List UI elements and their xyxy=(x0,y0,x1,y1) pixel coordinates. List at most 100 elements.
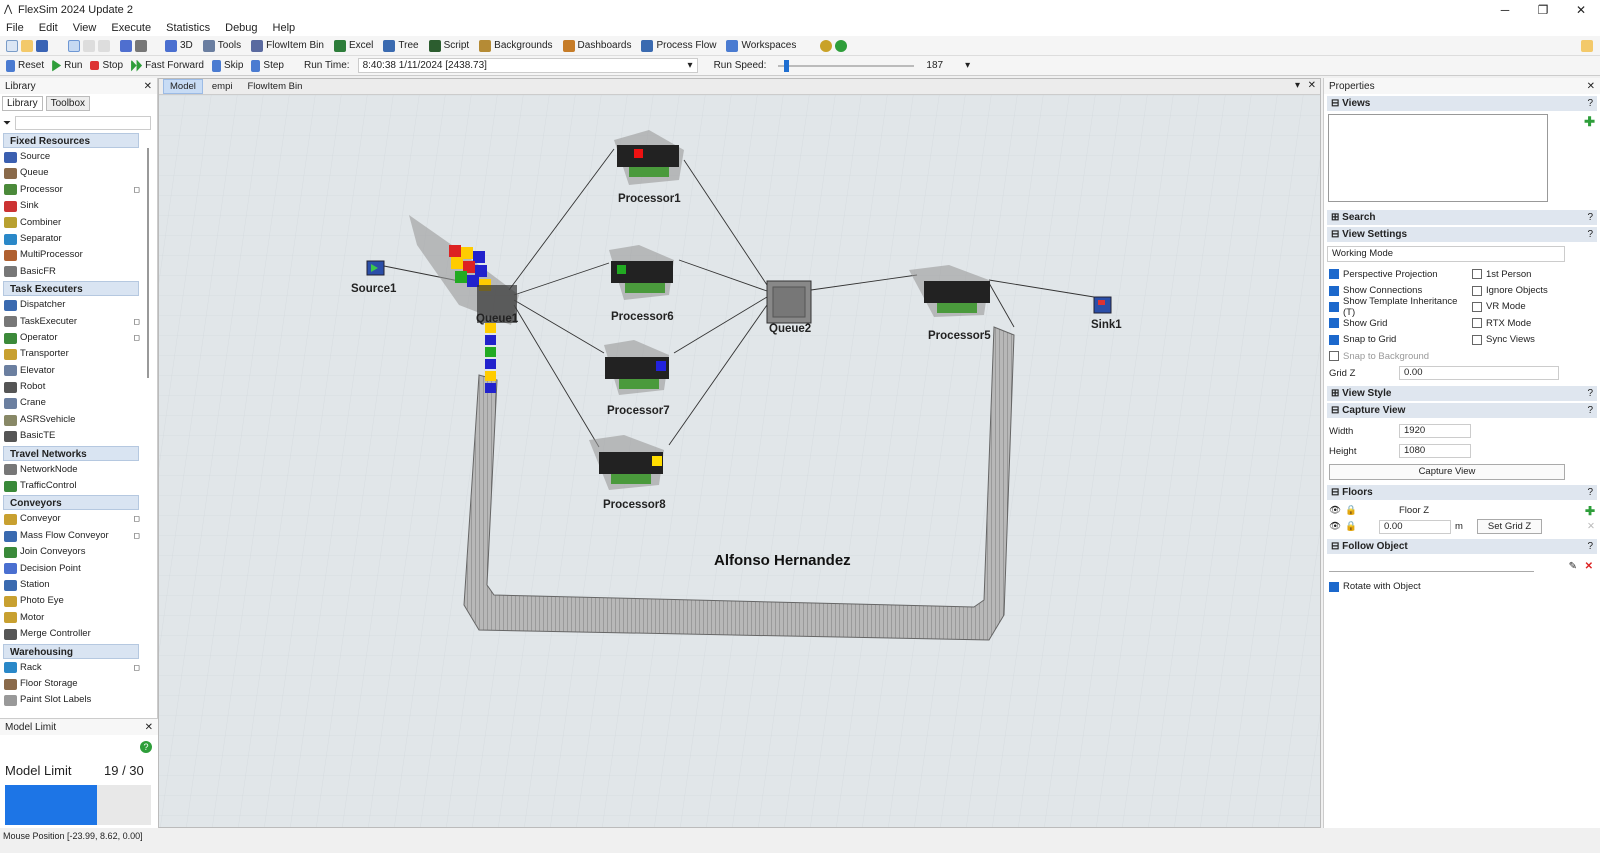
width-input[interactable]: 1920 xyxy=(1399,424,1471,439)
menu-edit[interactable]: Edit xyxy=(39,22,58,34)
checkbox-sync-views[interactable]: Sync Views xyxy=(1472,332,1548,348)
disconnect-mode-icon[interactable] xyxy=(98,39,110,52)
checkbox-ignore-objects[interactable]: Ignore Objects xyxy=(1472,282,1548,298)
library-item-multiprocessor[interactable]: MultiProcessor xyxy=(0,247,140,263)
checkbox-perspective-projection[interactable]: Perspective Projection xyxy=(1329,266,1472,282)
toolbar-tree-button[interactable]: Tree xyxy=(383,39,419,52)
library-category-conveyors[interactable]: Conveyors xyxy=(3,495,139,511)
set-grid-z-button[interactable]: Set Grid Z xyxy=(1476,519,1543,535)
checkbox-snap-to-grid[interactable]: Snap to Grid xyxy=(1329,332,1472,348)
run-button[interactable]: Run xyxy=(52,59,82,72)
open-folder-icon[interactable] xyxy=(21,39,33,52)
menu-help[interactable]: Help xyxy=(273,22,296,34)
view-dropdown-icon[interactable]: ▾ xyxy=(1295,80,1300,91)
library-item-operator[interactable]: Operator ◻ xyxy=(0,330,140,346)
library-item-elevator[interactable]: Elevator xyxy=(0,363,140,379)
expand-icon[interactable]: ◻ xyxy=(133,528,140,544)
tab-library[interactable]: Library xyxy=(2,96,43,111)
run-speed-thumb[interactable] xyxy=(783,59,789,72)
search-section-header[interactable]: ⊞ Search? xyxy=(1327,210,1597,225)
run-speed-slider[interactable] xyxy=(778,59,915,72)
checkbox-unchecked[interactable] xyxy=(1472,334,1482,345)
grid-z-input[interactable]: 0.00 xyxy=(1399,366,1559,381)
height-input[interactable]: 1080 xyxy=(1399,444,1471,459)
gear-icon[interactable] xyxy=(820,39,833,52)
library-category-warehousing[interactable]: Warehousing xyxy=(3,643,139,659)
eye-icon[interactable]: 👁 xyxy=(1329,521,1345,532)
follow-object-section-header[interactable]: ⊟ Follow Object? xyxy=(1327,539,1597,555)
view-tab-model[interactable]: Model xyxy=(163,79,203,94)
checkbox-unchecked[interactable] xyxy=(1472,269,1482,280)
toolbar-dashboards-button[interactable]: Dashboards xyxy=(562,39,631,52)
library-item-transporter[interactable]: Transporter xyxy=(0,346,140,362)
checkbox-checked[interactable] xyxy=(1329,581,1339,592)
checkbox-checked[interactable] xyxy=(1329,334,1339,345)
library-item-mass-flow-conveyor[interactable]: Mass Flow Conveyor ◻ xyxy=(0,528,140,544)
close-icon[interactable]: ✕ xyxy=(1587,81,1595,92)
library-item-source[interactable]: Source xyxy=(0,149,140,165)
library-item-merge-controller[interactable]: Merge Controller xyxy=(0,626,140,642)
view-tab-empi[interactable]: empi xyxy=(206,80,239,93)
expand-icon[interactable]: ◻ xyxy=(133,511,140,527)
checkbox-unchecked[interactable] xyxy=(1329,351,1339,362)
library-item-combiner[interactable]: Combiner xyxy=(0,215,140,231)
source1-object[interactable] xyxy=(366,260,385,276)
sink1-object[interactable] xyxy=(1093,296,1112,314)
library-category-fixed-resources[interactable]: Fixed Resources xyxy=(3,133,139,148)
library-scrollbar[interactable] xyxy=(147,148,149,378)
model-annotation-text[interactable]: Alfonso Hernandez xyxy=(714,552,851,569)
close-button[interactable]: ✕ xyxy=(1562,0,1600,20)
lock-icon[interactable]: 🔒 xyxy=(1345,521,1379,532)
delete-floor-icon[interactable]: ✕ xyxy=(1587,521,1595,532)
checkbox-checked[interactable] xyxy=(1329,269,1339,280)
library-item-floor-storage[interactable]: Floor Storage xyxy=(0,676,140,692)
checkbox-unchecked[interactable] xyxy=(1472,318,1482,329)
checkbox-checked[interactable] xyxy=(1329,285,1339,296)
follow-object-field[interactable] xyxy=(1329,560,1534,573)
library-item-rack[interactable]: Rack ◻ xyxy=(0,660,140,676)
menu-view[interactable]: View xyxy=(73,22,97,34)
camera-icon[interactable] xyxy=(135,39,147,52)
run-speed-dropdown[interactable]: ▾ xyxy=(965,60,970,71)
menu-statistics[interactable]: Statistics xyxy=(166,22,210,34)
expand-icon[interactable]: ◻ xyxy=(133,660,140,676)
library-item-decision-point[interactable]: Decision Point xyxy=(0,561,140,577)
library-item-join-conveyors[interactable]: Join Conveyors xyxy=(0,544,140,560)
views-section-header[interactable]: ⊟ Views? xyxy=(1327,96,1597,111)
library-item-separator[interactable]: Separator xyxy=(0,231,140,247)
toolbar-script-button[interactable]: Script xyxy=(428,39,469,52)
skip-button[interactable]: Skip xyxy=(211,59,243,72)
clear-icon[interactable]: ✕ xyxy=(1585,561,1593,572)
menu-execute[interactable]: Execute xyxy=(111,22,151,34)
select-mode-icon[interactable] xyxy=(68,39,80,52)
library-item-networknode[interactable]: NetworkNode xyxy=(0,462,140,478)
library-item-sink[interactable]: Sink xyxy=(0,198,140,214)
library-category-travel-networks[interactable]: Travel Networks xyxy=(3,445,139,461)
run-time-field[interactable]: 8:40:38 1/11/2024 [2438.73] xyxy=(357,58,698,73)
library-item-crane[interactable]: Crane xyxy=(0,395,140,411)
library-item-motor[interactable]: Motor xyxy=(0,610,140,626)
toolbar-flowitem-bin-button[interactable]: FlowItem Bin xyxy=(251,39,324,52)
save-icon[interactable] xyxy=(36,39,48,52)
rotate-with-object-checkbox[interactable]: Rotate with Object xyxy=(1329,578,1595,594)
library-item-processor[interactable]: Processor ◻ xyxy=(0,182,140,198)
tab-toolbox[interactable]: Toolbox xyxy=(45,96,91,111)
toolbar-workspaces-button[interactable]: Workspaces xyxy=(726,39,796,52)
model-3d-scene[interactable] xyxy=(159,95,1321,828)
checkbox-snap-to-background[interactable]: Snap to Background xyxy=(1329,348,1472,364)
reset-button[interactable]: Reset xyxy=(6,59,44,72)
toolbar-backgrounds-button[interactable]: Backgrounds xyxy=(479,39,553,52)
library-item-photo-eye[interactable]: Photo Eye xyxy=(0,593,140,609)
fast-forward-button[interactable]: Fast Forward xyxy=(131,59,204,72)
checkbox-checked[interactable] xyxy=(1329,318,1339,329)
checkbox-vr-mode[interactable]: VR Mode xyxy=(1472,299,1548,315)
views-list[interactable] xyxy=(1328,114,1548,202)
queue2-object[interactable] xyxy=(766,280,812,324)
checkbox-1st-person[interactable]: 1st Person xyxy=(1472,266,1548,282)
expand-icon[interactable]: ◻ xyxy=(133,330,140,346)
library-filter-input[interactable] xyxy=(15,116,151,130)
lock-icon[interactable]: 🔒 xyxy=(1345,505,1399,516)
eyedropper-icon[interactable]: ✎ xyxy=(1569,561,1577,572)
menu-file[interactable]: File xyxy=(6,22,24,34)
close-icon[interactable]: ✕ xyxy=(144,81,152,92)
